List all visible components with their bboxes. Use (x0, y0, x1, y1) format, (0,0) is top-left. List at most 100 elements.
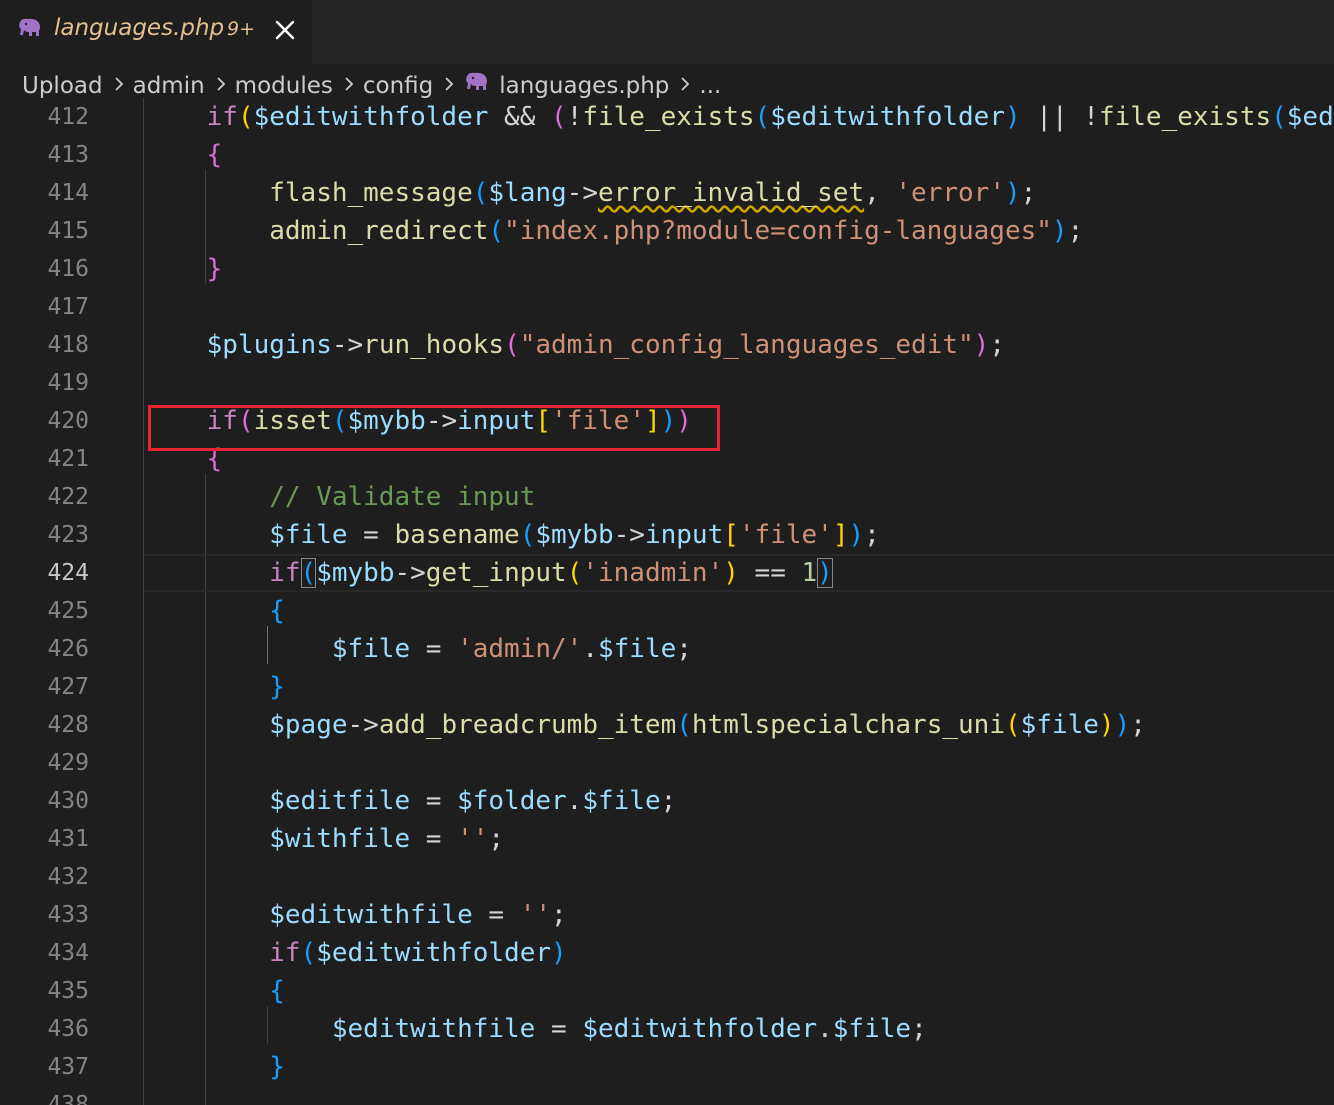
breadcrumb-item-admin[interactable]: admin (133, 73, 205, 99)
code-line[interactable]: 430 $editfile = $folder.$file; (0, 782, 1334, 820)
line-number: 422 (47, 484, 89, 510)
code-line[interactable]: 419 (0, 364, 1334, 402)
code-line[interactable]: 412 if($editwithfolder && (!file_exists(… (0, 98, 1334, 136)
chevron-right-icon (679, 73, 691, 99)
code-line[interactable]: 435 { (0, 972, 1334, 1010)
code-line[interactable]: 434 if($editwithfolder) (0, 934, 1334, 972)
code-text[interactable]: $editfile = $folder.$file; (144, 782, 676, 820)
code-token: 'admin/' (457, 634, 583, 664)
code-text[interactable]: admin_redirect("index.php?module=config-… (144, 212, 1083, 250)
code-token: $file (269, 520, 348, 550)
code-line[interactable]: 427 } (0, 668, 1334, 706)
code-token: ; (989, 330, 1005, 360)
code-token: ( (754, 102, 771, 132)
code-line[interactable]: 417 (0, 288, 1334, 326)
code-line[interactable]: 425 { (0, 592, 1334, 630)
code-line[interactable]: 437 } (0, 1048, 1334, 1086)
code-token: basename (394, 520, 520, 550)
code-token: = (347, 520, 395, 550)
php-elephant-icon (463, 72, 489, 100)
code-line[interactable]: 415 admin_redirect("index.php?module=con… (0, 212, 1334, 250)
line-number: 436 (47, 1016, 89, 1042)
code-token: , (864, 178, 896, 208)
close-icon[interactable] (274, 19, 296, 45)
code-line[interactable]: 428 $page->add_breadcrumb_item(htmlspeci… (0, 706, 1334, 744)
code-text[interactable]: if($editwithfolder) (144, 934, 566, 972)
code-line[interactable]: 433 $editwithfile = ''; (0, 896, 1334, 934)
code-token: $editwithfolder (582, 1014, 818, 1044)
line-number: 427 (47, 674, 89, 700)
code-editor[interactable]: 412 if($editwithfolder && (!file_exists(… (0, 98, 1334, 1105)
code-token: error_invalid_set (597, 178, 865, 208)
code-token: $editwithfolder (253, 102, 489, 132)
code-token: $page (269, 710, 348, 740)
code-text[interactable]: } (144, 668, 285, 706)
code-token: ( (300, 938, 317, 968)
breadcrumb-item-symbols[interactable]: ... (699, 73, 721, 99)
code-token: ; (660, 786, 677, 816)
code-text[interactable]: $editwithfile = $editwithfolder.$file; (144, 1010, 927, 1048)
code-line[interactable]: 432 (0, 858, 1334, 896)
code-token: $editfile (269, 786, 411, 816)
code-line[interactable]: 426 $file = 'admin/'.$file; (0, 630, 1334, 668)
line-number: 414 (47, 180, 89, 206)
code-text[interactable]: } (144, 250, 223, 288)
code-token: ; (1067, 216, 1084, 246)
code-line[interactable]: 438 (0, 1086, 1334, 1105)
code-text[interactable]: $editwithfile = ''; (144, 896, 566, 934)
code-text[interactable]: $withfile = ''; (144, 820, 504, 858)
code-token: ( (551, 102, 567, 132)
code-token: ( (1004, 710, 1021, 740)
code-line[interactable]: 423 $file = basename($mybb->input['file'… (0, 516, 1334, 554)
code-line[interactable]: 424 if($mybb->get_input('inadmin') == 1) (0, 554, 1334, 592)
code-text[interactable]: // Validate input (144, 478, 535, 516)
line-number: 420 (47, 408, 89, 434)
code-line[interactable]: 414 flash_message($lang->error_invalid_s… (0, 174, 1334, 212)
breadcrumb-item-modules[interactable]: modules (235, 73, 333, 99)
code-token: $editwithfile (331, 1014, 536, 1044)
code-token: 'inadmin' (582, 558, 724, 588)
breadcrumb-item-config[interactable]: config (363, 73, 433, 99)
code-text[interactable]: if($mybb->get_input('inadmin') == 1) (144, 554, 833, 592)
code-line[interactable]: 436 $editwithfile = $editwithfolder.$fil… (0, 1010, 1334, 1048)
chevron-right-icon (215, 73, 227, 99)
code-text[interactable]: { (144, 592, 285, 630)
breadcrumb-item-upload[interactable]: Upload (22, 73, 103, 99)
code-token: if (269, 558, 301, 588)
line-number: 418 (47, 332, 89, 358)
code-token: add_breadcrumb_item (378, 710, 677, 740)
code-text[interactable]: { (144, 136, 223, 174)
code-token: "admin_config_languages_edit" (519, 330, 974, 360)
code-text[interactable]: $file = basename($mybb->input['file']); (144, 516, 880, 554)
code-token: $editwithfolder (316, 938, 552, 968)
code-line[interactable]: 416 } (0, 250, 1334, 288)
code-text[interactable]: if($editwithfolder && (!file_exists($edi… (144, 98, 1334, 136)
code-token: ) (1114, 710, 1131, 740)
line-number: 437 (47, 1054, 89, 1080)
code-token: flash_message (269, 178, 473, 208)
code-text[interactable]: $file = 'admin/'.$file; (144, 630, 692, 668)
code-text[interactable]: { (144, 972, 285, 1010)
code-line[interactable]: 429 (0, 744, 1334, 782)
code-token: $editwithfolder (770, 102, 1005, 132)
problem-count-badge: 9+ (227, 18, 256, 40)
code-text[interactable]: flash_message($lang->error_invalid_set, … (144, 174, 1036, 212)
code-token: ) (1098, 710, 1115, 740)
code-token: { (269, 976, 285, 1006)
code-line[interactable]: 422 // Validate input (0, 478, 1334, 516)
line-number: 424 (47, 560, 89, 586)
code-line[interactable]: 418 $plugins->run_hooks("admin_config_la… (0, 326, 1334, 364)
code-line[interactable]: 431 $withfile = ''; (0, 820, 1334, 858)
code-text[interactable]: $plugins->run_hooks("admin_config_langua… (144, 326, 1005, 364)
breadcrumb-item-file[interactable]: languages.php (499, 73, 669, 99)
code-token: ; (676, 634, 692, 664)
code-token: file_exists (1098, 102, 1272, 132)
code-text[interactable]: } (144, 1048, 285, 1086)
code-line[interactable]: 413 { (0, 136, 1334, 174)
code-text[interactable]: $page->add_breadcrumb_item(htmlspecialch… (144, 706, 1146, 744)
editor-tab[interactable]: languages.php 9+ (0, 0, 312, 64)
line-number: 425 (47, 598, 89, 624)
